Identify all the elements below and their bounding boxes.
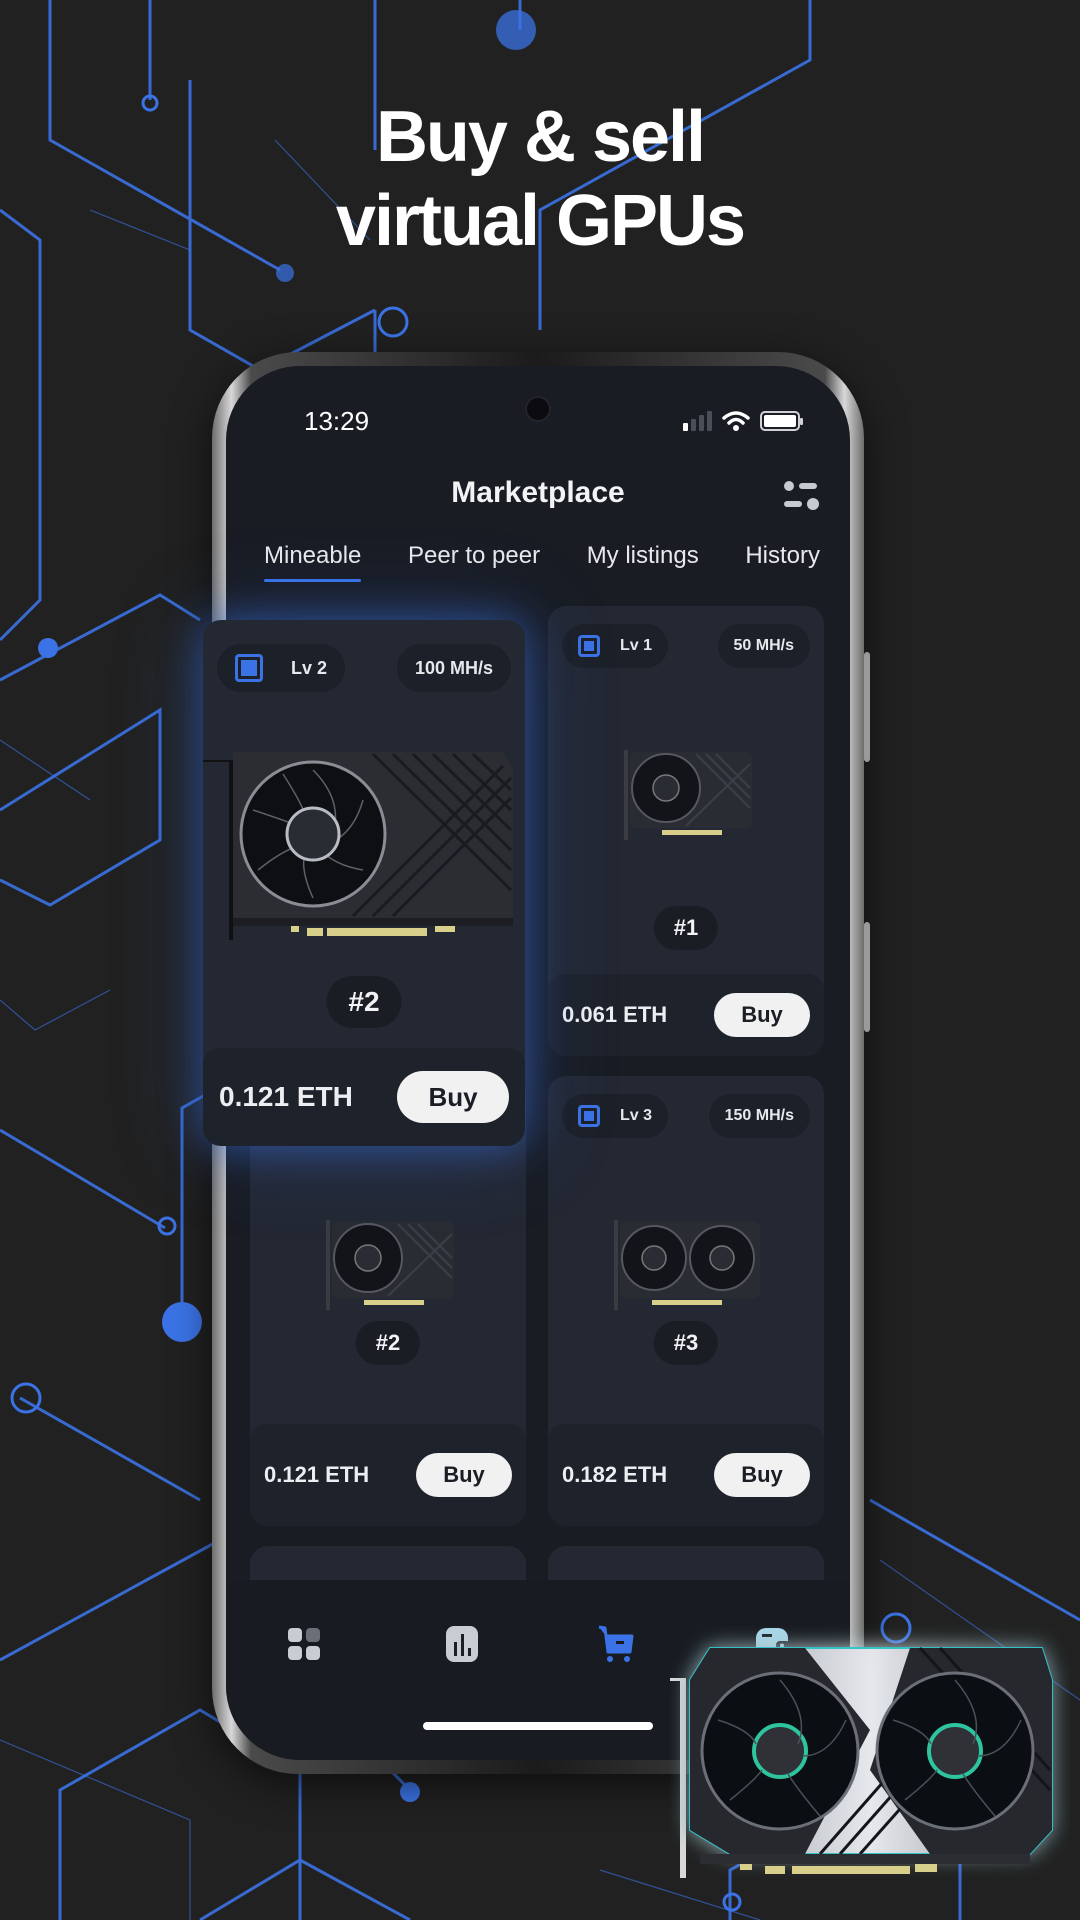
tab-my-listings[interactable]: My listings <box>587 542 699 582</box>
buy-button[interactable]: Buy <box>416 1453 512 1497</box>
page-title: Marketplace <box>451 476 625 509</box>
headline-line-1: Buy & sell <box>375 97 706 177</box>
rank-badge: #1 <box>653 906 719 950</box>
price-row: 0.121 ETH Buy <box>250 1424 526 1526</box>
filter-sliders-icon[interactable] <box>782 478 820 512</box>
price-label: 0.121 ETH <box>219 1081 353 1112</box>
status-time: 13:29 <box>304 406 370 436</box>
featured-listing-card[interactable]: Lv 2 100 MH/s #2 0.121 ETH Buy <box>203 620 525 1146</box>
buy-button[interactable]: Buy <box>397 1071 509 1123</box>
price-label: 0.061 ETH <box>562 1002 668 1027</box>
marketplace-tabs: Mineable Peer to peer My listings Histor… <box>264 542 820 582</box>
bar-chart-icon[interactable] <box>442 1624 482 1664</box>
volume-button <box>864 652 870 762</box>
grid-icon[interactable] <box>284 1624 324 1664</box>
price-row: 0.182 ETH Buy <box>548 1424 824 1526</box>
hashrate-chip: 150 MH/s <box>708 1094 810 1138</box>
gpu-image <box>624 750 752 840</box>
price-row: 0.061 ETH Buy <box>548 974 824 1056</box>
level-label: Lv 2 <box>291 657 328 678</box>
buy-button[interactable]: Buy <box>714 993 810 1037</box>
level-chip: Lv 2 <box>217 644 346 692</box>
level-chip: Lv 3 <box>562 1094 669 1138</box>
battery-icon <box>760 411 803 431</box>
listing-card[interactable]: Lv 1 50 MH/s #1 0.061 ETH Buy <box>548 606 824 1056</box>
price-label: 0.182 ETH <box>562 1462 668 1487</box>
level-label: Lv 1 <box>620 637 653 654</box>
headline-line-2: virtual GPUs <box>335 181 746 261</box>
rank-badge: #3 <box>653 1321 719 1365</box>
home-indicator[interactable] <box>423 1722 653 1730</box>
gpu-image <box>203 752 513 940</box>
front-camera <box>525 396 551 422</box>
chip-icon <box>235 654 263 682</box>
chip-icon <box>578 635 600 657</box>
gpu-image <box>326 1220 454 1310</box>
signal-icon <box>683 411 712 431</box>
power-button <box>864 922 870 1032</box>
status-icons <box>683 410 803 432</box>
buy-button[interactable]: Buy <box>714 1453 810 1497</box>
rank-badge: #2 <box>355 1321 421 1365</box>
headline: Buy & sell virtual GPUs <box>0 95 1080 263</box>
hashrate-chip: 100 MH/s <box>396 644 511 692</box>
gpu-image <box>614 1220 760 1310</box>
wifi-icon <box>722 411 750 431</box>
level-chip: Lv 1 <box>562 624 669 668</box>
level-label: Lv 3 <box>620 1107 653 1124</box>
price-label: 0.121 ETH <box>264 1462 370 1487</box>
promo-gpu-image <box>670 1646 1053 1878</box>
tab-history[interactable]: History <box>745 542 820 582</box>
hashrate-chip: 50 MH/s <box>717 624 810 668</box>
tab-mineable[interactable]: Mineable <box>264 542 362 582</box>
listing-card[interactable]: Lv 3 150 MH/s #3 0.182 ETH Buy <box>548 1076 824 1526</box>
cart-icon[interactable] <box>596 1624 636 1664</box>
chip-icon <box>578 1105 600 1127</box>
rank-badge: #2 <box>326 976 402 1028</box>
price-row: 0.121 ETH Buy <box>203 1048 525 1146</box>
tab-peer-to-peer[interactable]: Peer to peer <box>408 542 540 582</box>
